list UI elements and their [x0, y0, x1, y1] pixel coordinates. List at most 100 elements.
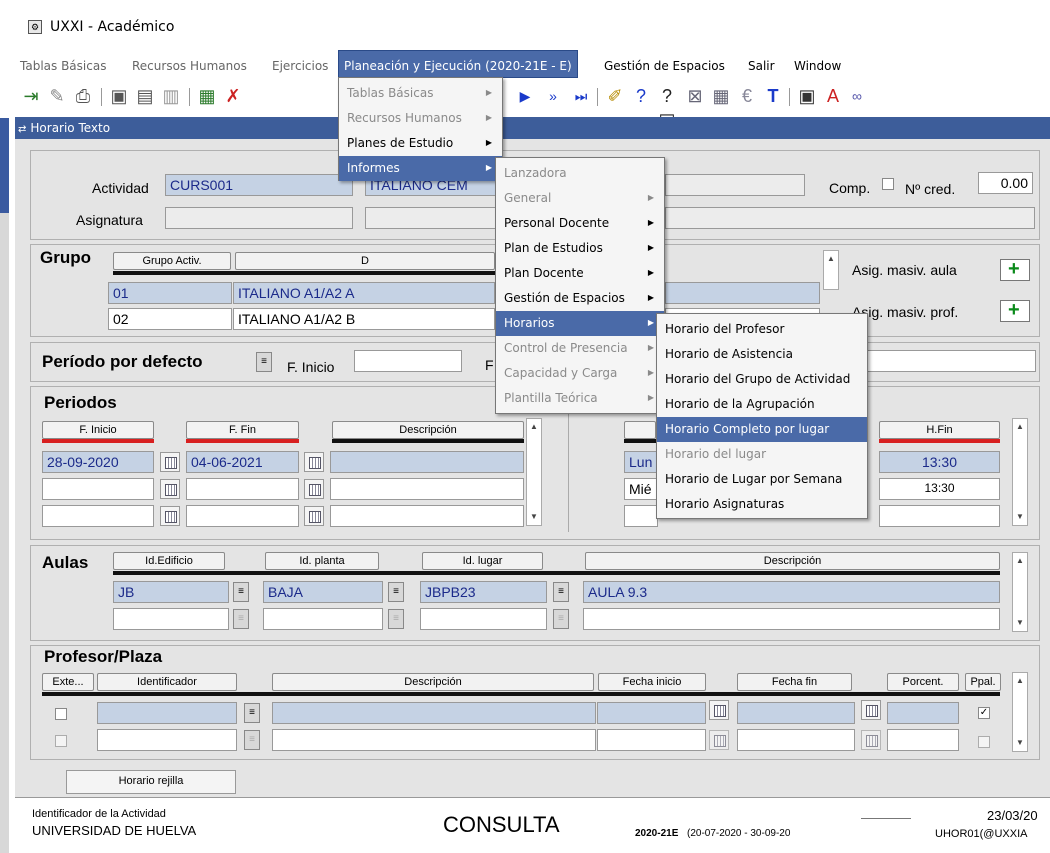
menu3-horario-completo-lugar[interactable]: Horario Completo por lugar [657, 417, 867, 442]
scroll-down-icon[interactable]: ▼ [1014, 737, 1026, 749]
menu3-horario-asignaturas[interactable]: Horario Asignaturas [657, 492, 867, 517]
asignatura-extra-field[interactable] [665, 207, 1035, 229]
fecha-inicio-row2[interactable] [597, 729, 706, 751]
planta-lov-button[interactable]: ≡ [388, 609, 404, 629]
comp-checkbox[interactable] [882, 178, 894, 190]
menu2-capacidad-carga[interactable]: Capacidad y Carga ▶ [496, 361, 664, 386]
periodo-ffin-row2[interactable] [186, 478, 299, 500]
periodos-scrollbar[interactable]: ▲ ▼ [526, 418, 542, 526]
planta-row1[interactable]: BAJA [263, 581, 383, 603]
query-icon[interactable]: ▤ [133, 84, 157, 108]
periodo-ffin-field[interactable] [840, 350, 1036, 372]
menu2-personal-docente[interactable]: Personal Docente ▶ [496, 211, 664, 236]
lugar-lov-button[interactable]: ≡ [553, 609, 569, 629]
lugar-lov-button[interactable]: ≡ [553, 582, 569, 602]
menu-tablas-basicas[interactable]: Tablas Básicas [20, 59, 106, 73]
identificador-lov-button[interactable]: ≡ [244, 730, 260, 750]
grupo-code-row1[interactable]: 01 [108, 282, 232, 304]
periodo-finicio-row3[interactable] [42, 505, 154, 527]
menu2-general[interactable]: General ▶ [496, 186, 664, 211]
dia-row2[interactable]: Mié [624, 478, 658, 500]
menu1-tablas-basicas[interactable]: Tablas Básicas ▶ [339, 81, 502, 106]
exte-checkbox-row2[interactable] [55, 735, 67, 747]
actividad-extra-field[interactable] [665, 174, 805, 196]
fecha-inicio-column-header[interactable]: Fecha inicio [598, 673, 706, 691]
porcent-row2[interactable] [887, 729, 959, 751]
menu2-plantilla-teorica[interactable]: Plantilla Teórica ▶ [496, 386, 664, 411]
exte-checkbox-row1[interactable] [55, 708, 67, 720]
menu1-informes[interactable]: Informes ▶ [339, 156, 502, 181]
asignatura-desc-field[interactable] [365, 207, 505, 229]
scroll-up-icon[interactable]: ▲ [1014, 555, 1026, 567]
identificador-lov-button[interactable]: ≡ [244, 703, 260, 723]
menu2-plan-docente[interactable]: Plan Docente ▶ [496, 261, 664, 286]
menu2-lanzadora[interactable]: Lanzadora [496, 161, 664, 186]
periodo-finicio-field[interactable] [354, 350, 462, 372]
save-icon[interactable]: ▣ [107, 84, 131, 108]
calendar-icon[interactable] [160, 479, 180, 499]
menu-ejercicios[interactable]: Ejercicios [272, 59, 328, 73]
menu3-horario-profesor[interactable]: Horario del Profesor [657, 317, 867, 342]
edit-pencil-icon[interactable]: ✐ [603, 84, 627, 108]
periodo-desc-row1[interactable] [330, 451, 524, 473]
aulas-desc-column-header[interactable]: Descripción [585, 552, 1000, 570]
next-record-icon[interactable]: ▶ [513, 84, 537, 108]
font-icon[interactable]: A [821, 84, 845, 108]
periodo-ffin-row3[interactable] [186, 505, 299, 527]
text-format-icon[interactable]: T [761, 84, 785, 108]
asig-masiv-aula-button[interactable] [1000, 258, 1030, 281]
dia-column-header[interactable] [624, 421, 656, 439]
planta-row2[interactable] [263, 608, 383, 630]
grupo-desc-column-header[interactable]: D [235, 252, 495, 270]
exte-column-header[interactable]: Exte... [42, 673, 94, 691]
ppal-checkbox-row1[interactable]: ✓ [978, 707, 990, 719]
periodo-ffin-row1[interactable]: 04-06-2021 [186, 451, 299, 473]
delete-record-icon[interactable]: ✗ [221, 84, 245, 108]
menu3-horario-grupo-actividad[interactable]: Horario del Grupo de Actividad [657, 367, 867, 392]
aulas-desc-row1[interactable]: AULA 9.3 [583, 581, 1000, 603]
window-icon[interactable]: ▣ [795, 84, 819, 108]
prof-desc-column-header[interactable]: Descripción [272, 673, 594, 691]
planta-column-header[interactable]: Id. planta [265, 552, 379, 570]
periodos-finicio-header[interactable]: F. Inicio [42, 421, 154, 439]
grupo-code-row2[interactable]: 02 [108, 308, 232, 330]
grupo-activ-column-header[interactable]: Grupo Activ. [113, 252, 231, 270]
menu1-planes-estudio[interactable]: Planes de Estudio ▶ [339, 131, 502, 156]
menu2-gestion-espacios[interactable]: Gestión de Espacios ▶ [496, 286, 664, 311]
cancel-query-icon[interactable]: ▥ [159, 84, 183, 108]
menu3-horario-agrupacion[interactable]: Horario de la Agrupación [657, 392, 867, 417]
identificador-row1[interactable] [97, 702, 237, 724]
menu2-plan-estudios[interactable]: Plan de Estudios ▶ [496, 236, 664, 261]
hfin-row3[interactable] [879, 505, 1000, 527]
profesor-scrollbar[interactable]: ▲ ▼ [1012, 672, 1028, 752]
planta-lov-button[interactable]: ≡ [388, 582, 404, 602]
periodo-finicio-row1[interactable]: 28-09-2020 [42, 451, 154, 473]
grupo-scrollbar[interactable]: ▲ [823, 250, 839, 290]
grid-icon[interactable]: ⊠ [683, 84, 707, 108]
calendar-icon[interactable] [861, 730, 881, 750]
scroll-down-icon[interactable]: ▼ [1014, 617, 1026, 629]
porcent-row1[interactable] [887, 702, 959, 724]
hfin-row2[interactable]: 13:30 [879, 478, 1000, 500]
lugar-column-header[interactable]: Id. lugar [422, 552, 543, 570]
euro-icon[interactable]: € [735, 84, 759, 108]
prof-desc-row2[interactable] [272, 729, 596, 751]
periodo-finicio-row2[interactable] [42, 478, 154, 500]
calendar-icon[interactable] [304, 506, 324, 526]
periodo-desc-row3[interactable] [330, 505, 524, 527]
dia-row1[interactable]: Lun [624, 451, 658, 473]
asig-masiv-prof-button[interactable] [1000, 299, 1030, 322]
menu3-horario-lugar-semana[interactable]: Horario de Lugar por Semana [657, 467, 867, 492]
menu-salir[interactable]: Salir [748, 59, 775, 73]
dia-row3[interactable] [624, 505, 658, 527]
prof-desc-row1[interactable] [272, 702, 596, 724]
help-icon[interactable]: ? [629, 84, 653, 108]
menu3-horario-lugar[interactable]: Horario del lugar [657, 442, 867, 467]
scroll-down-icon[interactable]: ▼ [528, 511, 540, 523]
menu3-horario-asistencia[interactable]: Horario de Asistencia [657, 342, 867, 367]
menu2-control-presencia[interactable]: Control de Presencia ▶ [496, 336, 664, 361]
scroll-up-icon[interactable]: ▲ [825, 253, 837, 265]
calendar-icon[interactable] [304, 452, 324, 472]
scroll-up-icon[interactable]: ▲ [1014, 675, 1026, 687]
periodos-ffin-header[interactable]: F. Fin [186, 421, 299, 439]
